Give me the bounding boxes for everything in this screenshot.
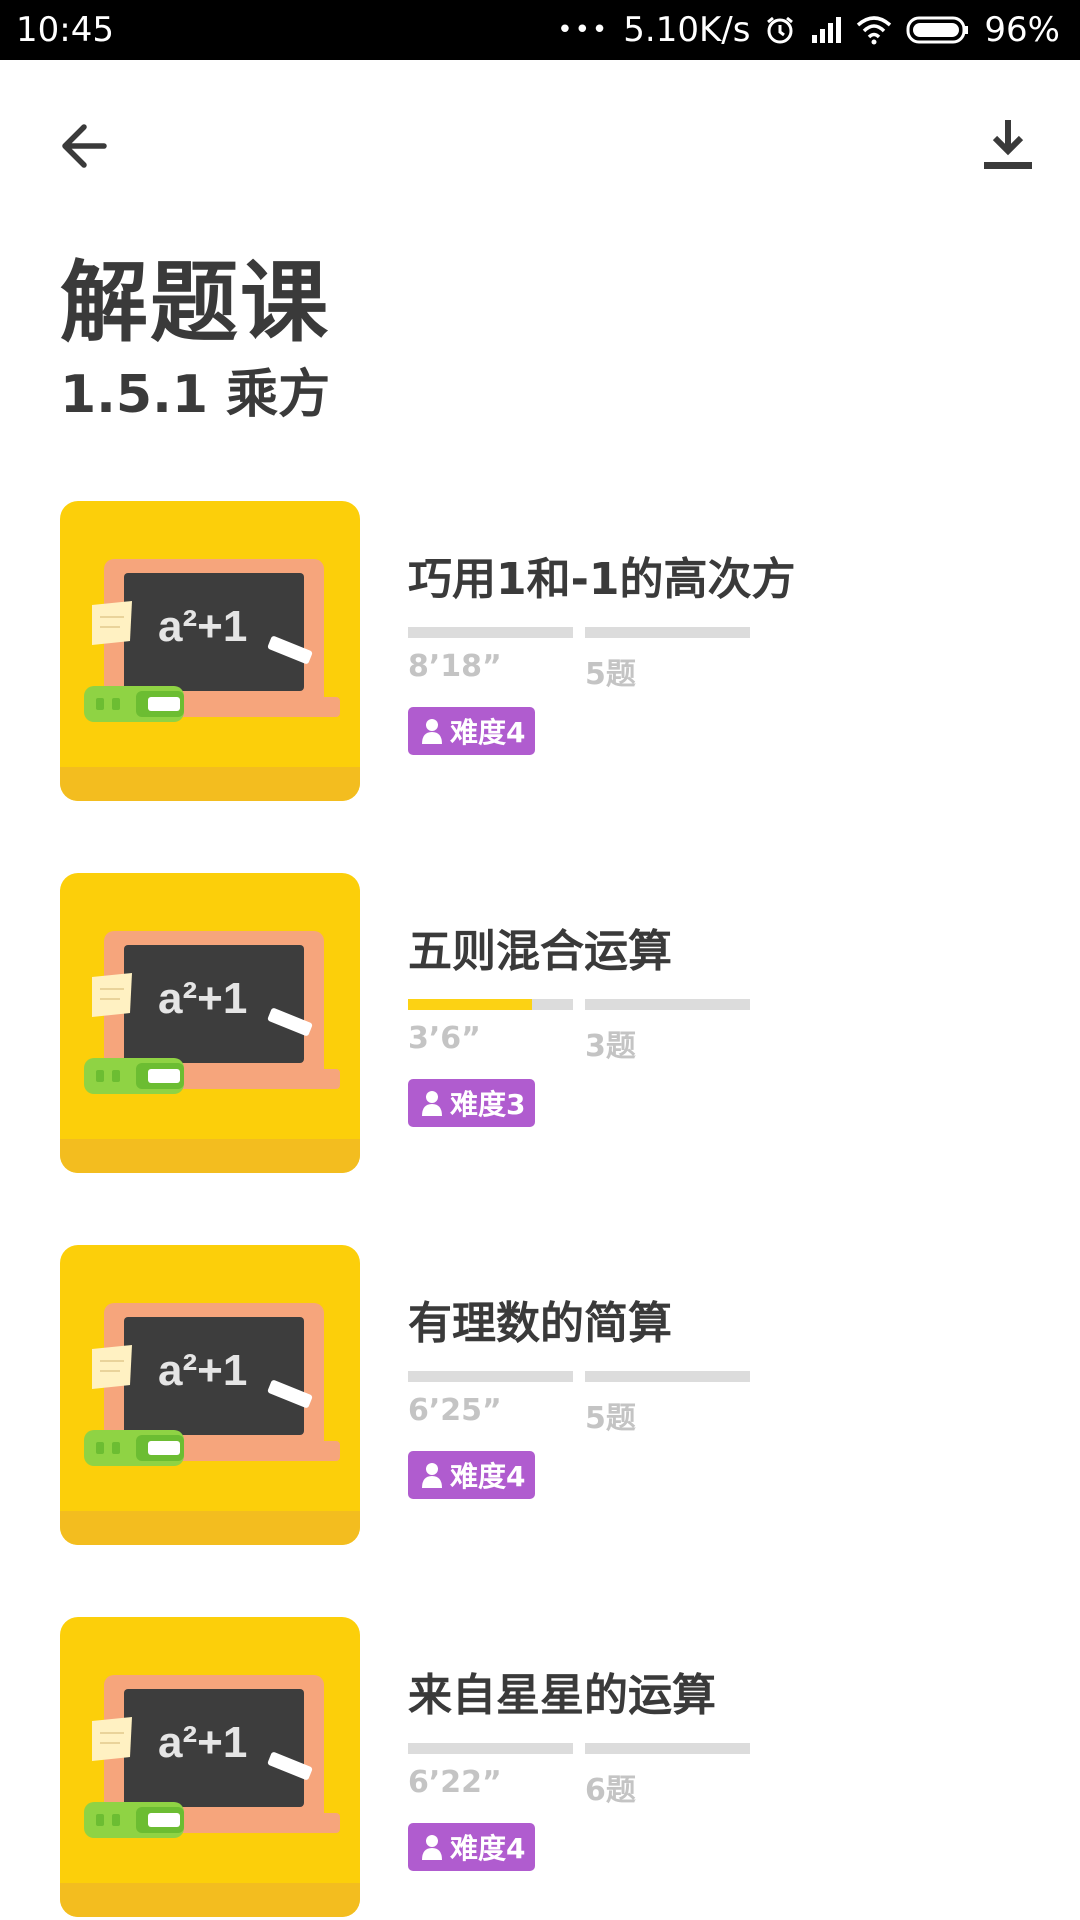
svg-text:a²+1: a²+1: [158, 1346, 247, 1395]
course-duration: 6’22”: [408, 1765, 502, 1800]
svg-text:a²+1: a²+1: [158, 1718, 247, 1767]
course-item[interactable]: a²+1 来自星星的运算 6’22” 6题 难度4: [60, 1617, 1020, 1917]
course-thumbnail: a²+1: [60, 1617, 360, 1917]
course-thumbnail: a²+1: [60, 873, 360, 1173]
signal-icon: [810, 15, 842, 45]
battery-icon: [906, 15, 970, 45]
blackboard-icon: a²+1: [84, 559, 340, 722]
course-duration: 8’18”: [408, 649, 502, 684]
person-icon: [422, 1835, 442, 1860]
questions-bar: [585, 1371, 750, 1382]
network-speed: 5.10K/s: [623, 10, 751, 50]
course-title: 来自星星的运算: [408, 1670, 716, 1721]
progress-bar: [408, 627, 573, 638]
course-title: 五则混合运算: [408, 926, 672, 977]
progress-bar: [408, 1743, 573, 1754]
course-thumbnail: a²+1: [60, 1245, 360, 1545]
battery-level: 96%: [984, 10, 1060, 50]
course-title: 有理数的简算: [408, 1298, 672, 1349]
download-icon: [984, 120, 1032, 169]
questions-bar: [585, 627, 750, 638]
alarm-icon: [764, 14, 796, 46]
question-count: 5题: [585, 657, 636, 692]
person-icon: [422, 1091, 442, 1116]
difficulty-label: 难度4: [450, 1460, 526, 1493]
progress-bar: [408, 999, 573, 1010]
question-count: 3题: [585, 1029, 636, 1064]
course-duration: 3’6”: [408, 1021, 481, 1056]
back-button[interactable]: [56, 118, 112, 174]
difficulty-label: 难度3: [450, 1088, 526, 1121]
difficulty-label: 难度4: [450, 716, 526, 749]
questions-bar: [585, 999, 750, 1010]
status-time: 10:45: [16, 10, 114, 50]
progress-bar: [408, 1371, 573, 1382]
difficulty-label: 难度4: [450, 1832, 526, 1865]
course-duration: 6’25”: [408, 1393, 502, 1428]
page-subtitle: 1.5.1 乘方: [60, 365, 331, 425]
svg-text:a²+1: a²+1: [158, 602, 247, 651]
difficulty-badge: 难度4: [408, 1823, 536, 1871]
progress-fill: [408, 999, 532, 1010]
status-bar: 10:45 ••• 5.10K/s 96%: [0, 0, 1080, 60]
svg-text:a²+1: a²+1: [158, 974, 247, 1023]
person-icon: [422, 1463, 442, 1488]
person-icon: [422, 719, 442, 744]
course-thumbnail: a²+1: [60, 501, 360, 801]
course-item[interactable]: a²+1 五则混合运算 3’6” 3题 难度3: [60, 873, 1020, 1173]
status-icons: ••• 5.10K/s 96%: [557, 10, 1060, 50]
questions-bar: [585, 1743, 750, 1754]
download-button[interactable]: [980, 116, 1036, 176]
question-count: 6题: [585, 1773, 636, 1808]
blackboard-icon: a²+1: [84, 1303, 340, 1466]
course-item[interactable]: a²+1 巧用1和-1的高次方 8’18” 5题 难度4: [60, 501, 1020, 801]
course-title: 巧用1和-1的高次方: [408, 554, 796, 605]
blackboard-icon: a²+1: [84, 931, 340, 1094]
status-dots: •••: [557, 15, 610, 45]
arrow-left-icon: [62, 124, 107, 168]
wifi-icon: [856, 15, 892, 45]
blackboard-icon: a²+1: [84, 1675, 340, 1838]
page-title: 解题课: [60, 251, 331, 354]
difficulty-badge: 难度4: [408, 707, 536, 755]
difficulty-badge: 难度3: [408, 1079, 536, 1127]
course-item[interactable]: a²+1 有理数的简算 6’25” 5题 难度4: [60, 1245, 1020, 1545]
question-count: 5题: [585, 1401, 636, 1436]
difficulty-badge: 难度4: [408, 1451, 536, 1499]
